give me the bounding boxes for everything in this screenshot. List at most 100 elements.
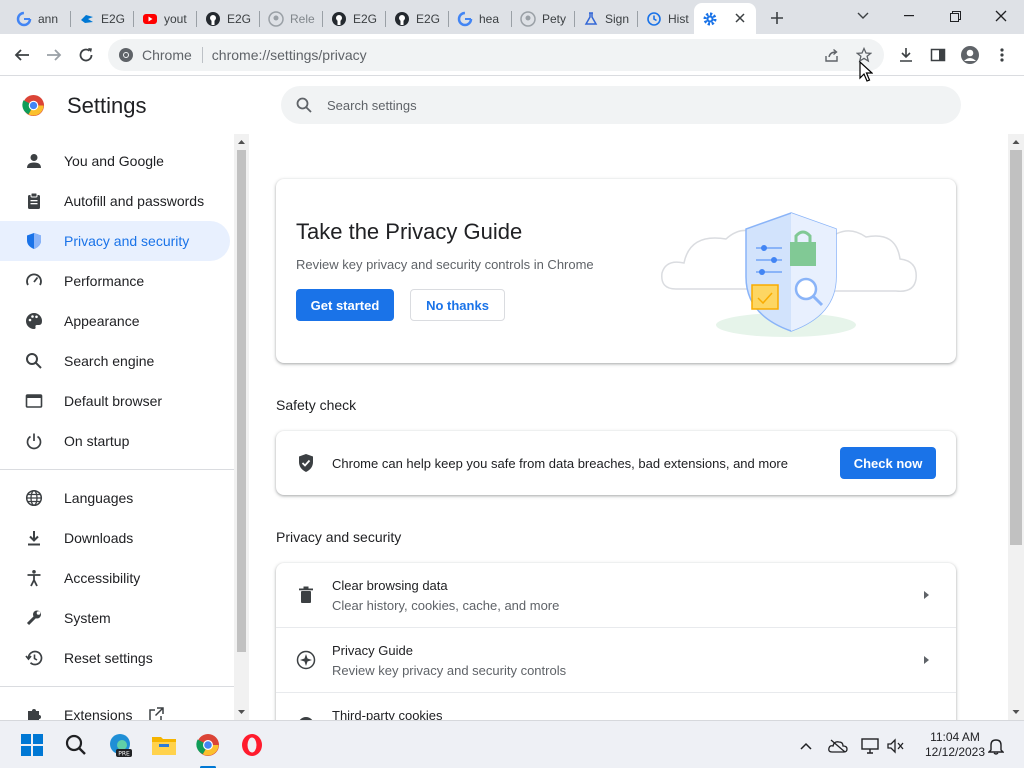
sidebar-item-system[interactable]: System — [0, 598, 230, 638]
get-started-button[interactable]: Get started — [296, 289, 394, 321]
url-text[interactable]: chrome://settings/privacy — [212, 47, 367, 63]
downloads-button[interactable] — [892, 41, 920, 69]
google-icon — [16, 11, 32, 27]
address-bar[interactable]: Chrome chrome://settings/privacy — [108, 39, 884, 71]
tab-label: Rele — [290, 11, 315, 26]
close-tab-icon[interactable] — [732, 10, 748, 26]
sidebar-item-extensions[interactable]: Extensions — [0, 695, 230, 720]
privacy-security-card: Clear browsing data Clear history, cooki… — [276, 563, 956, 743]
volume-muted-icon[interactable] — [886, 736, 906, 756]
sidebar-item-reset-settings[interactable]: Reset settings — [0, 638, 230, 678]
tray-chevron-up-icon[interactable] — [796, 736, 816, 756]
safety-check-card: Chrome can help keep you safe from data … — [276, 431, 956, 495]
privacy-guide-card: Take the Privacy Guide Review key privac… — [276, 179, 956, 363]
reload-button[interactable] — [72, 41, 100, 69]
main-scrollbar[interactable] — [1008, 134, 1024, 720]
tab-2[interactable]: E2G — [71, 3, 134, 34]
tab-9[interactable]: Pety — [512, 3, 575, 34]
palette-icon — [24, 311, 44, 331]
sidebar-item-on-startup[interactable]: On startup — [0, 421, 230, 461]
network-monitor-icon[interactable] — [860, 736, 880, 756]
sidebar-item-search-engine[interactable]: Search engine — [0, 341, 230, 381]
tab-label: hea — [479, 11, 500, 26]
tab-label: E2G — [416, 11, 441, 26]
sidebar-item-appearance[interactable]: Appearance — [0, 301, 230, 341]
sidebar-item-downloads[interactable]: Downloads — [0, 518, 230, 558]
tab-5[interactable]: Rele — [260, 3, 323, 34]
privacy-guide-title: Take the Privacy Guide — [296, 219, 523, 244]
tab-8[interactable]: hea — [449, 3, 512, 34]
forward-button[interactable] — [40, 41, 68, 69]
main-scrollbar-thumb[interactable] — [1010, 150, 1022, 545]
file-explorer-icon[interactable] — [148, 729, 180, 761]
share-icon[interactable] — [822, 45, 842, 65]
onedrive-offline-icon[interactable] — [828, 736, 848, 756]
tab-strip: ann E2G yout E2G Rele E2G E2G hea Pety S… — [0, 0, 1024, 34]
sidebar-item-accessibility[interactable]: Accessibility — [0, 558, 230, 598]
taskbar-search-icon[interactable] — [60, 729, 92, 761]
compass-icon — [296, 650, 316, 670]
search-settings-input[interactable] — [327, 97, 887, 113]
github-icon — [394, 11, 410, 27]
sidebar-scrollbar-thumb[interactable] — [237, 150, 246, 652]
sidebar-item-you-and-google[interactable]: You and Google — [0, 141, 230, 181]
shield-icon — [24, 231, 44, 251]
wrench-icon — [24, 608, 44, 628]
side-panel-button[interactable] — [924, 41, 952, 69]
tab-6[interactable]: E2G — [323, 3, 386, 34]
trash-icon — [296, 585, 316, 605]
external-link-icon — [148, 706, 165, 720]
arrow-right-icon — [920, 589, 932, 601]
no-thanks-button[interactable]: No thanks — [410, 289, 505, 321]
back-button[interactable] — [8, 41, 36, 69]
google-icon — [457, 11, 473, 27]
settings-sidebar: You and Google Autofill and passwords Pr… — [0, 134, 234, 720]
clear-browsing-data-row[interactable]: Clear browsing data Clear history, cooki… — [276, 563, 956, 628]
minimize-button[interactable] — [886, 0, 932, 32]
clock-date: 12/12/2023 — [924, 745, 986, 759]
mouse-cursor-icon — [859, 61, 873, 83]
sidebar-item-performance[interactable]: Performance — [0, 261, 230, 301]
sidebar-divider — [0, 686, 234, 687]
chrome-logo-icon — [22, 94, 45, 117]
safety-check-heading: Safety check — [276, 397, 357, 413]
tab-3[interactable]: yout — [134, 3, 197, 34]
youtube-icon — [142, 11, 158, 27]
windows-start-icon[interactable] — [16, 729, 48, 761]
opera-icon[interactable] — [236, 729, 268, 761]
new-tab-button[interactable] — [766, 7, 788, 29]
tab-settings-active[interactable] — [694, 3, 756, 34]
tab-search-chevron-icon[interactable] — [840, 0, 886, 32]
privacy-guide-description: Review key privacy and security controls… — [296, 257, 594, 272]
history-icon — [646, 11, 662, 27]
taskbar-clock[interactable]: 11:04 AM 12/12/2023 — [915, 730, 995, 760]
speedometer-icon — [24, 271, 44, 291]
tab-11[interactable]: Hist — [638, 3, 694, 34]
sidebar-scrollbar[interactable] — [234, 134, 249, 720]
close-window-button[interactable] — [978, 0, 1024, 32]
tab-label: ann — [38, 11, 59, 26]
tab-label: E2G — [227, 11, 252, 26]
search-icon — [295, 96, 313, 114]
tab-1[interactable]: ann — [8, 3, 71, 34]
search-settings-box[interactable] — [281, 86, 961, 124]
tab-10[interactable]: Sign — [575, 3, 638, 34]
tab-7[interactable]: E2G — [386, 3, 449, 34]
edge-beta-icon[interactable]: PRE — [104, 729, 136, 761]
svg-text:PRE: PRE — [118, 751, 130, 758]
restore-button[interactable] — [932, 0, 978, 32]
sidebar-item-languages[interactable]: Languages — [0, 478, 230, 518]
profile-avatar[interactable] — [956, 41, 984, 69]
sidebar-item-autofill[interactable]: Autofill and passwords — [0, 181, 230, 221]
tab-4[interactable]: E2G — [197, 3, 260, 34]
browser-window-icon — [24, 391, 44, 411]
chrome-site-icon — [118, 47, 134, 63]
privacy-guide-row[interactable]: Privacy Guide Review key privacy and sec… — [276, 628, 956, 693]
more-menu-icon[interactable] — [988, 41, 1016, 69]
sidebar-item-privacy-security[interactable]: Privacy and security — [0, 221, 230, 261]
check-now-button[interactable]: Check now — [840, 447, 936, 479]
notification-bell-icon[interactable] — [986, 736, 1006, 756]
sidebar-item-default-browser[interactable]: Default browser — [0, 381, 230, 421]
tab-label: Sign — [605, 11, 630, 26]
chrome-taskbar-icon[interactable] — [192, 729, 224, 768]
